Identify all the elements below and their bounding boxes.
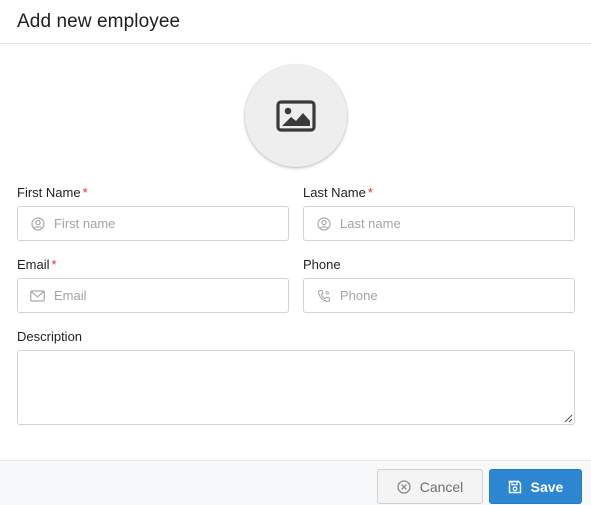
avatar-upload[interactable]: [245, 65, 347, 167]
last-name-input[interactable]: [340, 207, 574, 240]
cancel-button-label: Cancel: [419, 478, 464, 495]
phone-icon: [304, 289, 340, 303]
save-button[interactable]: Save: [489, 469, 582, 504]
resize-grip-icon[interactable]: [564, 414, 573, 423]
save-button-label: Save: [530, 478, 564, 495]
dialog-body: First Name* Last Name* Email*: [0, 44, 591, 460]
phone-input[interactable]: [340, 279, 574, 312]
cancel-button[interactable]: Cancel: [377, 469, 483, 504]
description-label: Description: [17, 329, 83, 344]
description-field-wrapper: [17, 350, 575, 425]
email-field-wrapper: [17, 278, 289, 313]
last-name-label: Last Name *: [303, 185, 373, 200]
first-name-input[interactable]: [54, 207, 288, 240]
required-mark: *: [367, 185, 373, 200]
dialog-header: Add new employee: [0, 0, 591, 44]
email-input[interactable]: [54, 279, 288, 312]
dialog-footer: Cancel Save: [0, 460, 591, 505]
envelope-icon: [18, 289, 54, 302]
add-employee-dialog: Add new employee First Name* Last Name*: [0, 0, 591, 505]
required-mark: *: [51, 257, 57, 272]
dialog-title: Add new employee: [17, 10, 181, 32]
cancel-circle-icon: [397, 479, 411, 494]
phone-field-wrapper: [303, 278, 575, 313]
user-circle-icon: [304, 216, 340, 231]
last-name-field-wrapper: [303, 206, 575, 241]
email-label: Email *: [17, 257, 57, 272]
user-circle-icon: [18, 216, 54, 231]
floppy-disk-icon: [508, 480, 521, 493]
first-name-label: First Name *: [17, 185, 88, 200]
phone-label: Phone: [303, 257, 341, 272]
image-icon: [276, 100, 316, 132]
required-mark: *: [82, 185, 88, 200]
description-textarea[interactable]: [18, 351, 574, 424]
first-name-field-wrapper: [17, 206, 289, 241]
